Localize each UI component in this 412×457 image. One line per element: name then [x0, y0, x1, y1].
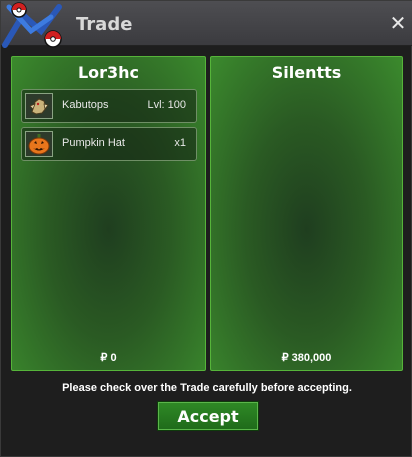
left-player-name: Lor3hc [77, 63, 140, 82]
left-money-offer: ₽ 0 [100, 352, 117, 364]
item-name: Pumpkin Hat [62, 137, 125, 149]
window-title: Trade [76, 14, 133, 35]
right-player-name: Silentts [271, 63, 342, 82]
right-trade-panel: Silentts ₽ 380,000 [210, 56, 403, 371]
kabutops-icon [25, 93, 53, 119]
trade-item-kabutops[interactable]: Kabutops Lvl: 100 [21, 89, 197, 123]
pumpkin-icon [25, 131, 53, 157]
close-icon[interactable]: ✕ [389, 13, 407, 33]
pokeball-swap-logo-icon [2, 2, 62, 48]
accept-button[interactable]: Accept [157, 401, 259, 431]
item-name: Kabutops [62, 99, 109, 111]
trade-notice: Please check over the Trade carefully be… [62, 382, 352, 394]
left-trade-panel: Lor3hc Kabutops Lvl: 100 Pumpkin Hat x1 … [11, 56, 206, 371]
trade-window: Trade ✕ Lor3hc Kabutops Lvl: 100 Pumpkin… [0, 0, 412, 457]
trade-item-pumpkin-hat[interactable]: Pumpkin Hat x1 [21, 127, 197, 161]
right-money-offer: ₽ 380,000 [281, 352, 332, 364]
item-detail: x1 [174, 137, 186, 149]
item-detail: Lvl: 100 [147, 99, 186, 111]
